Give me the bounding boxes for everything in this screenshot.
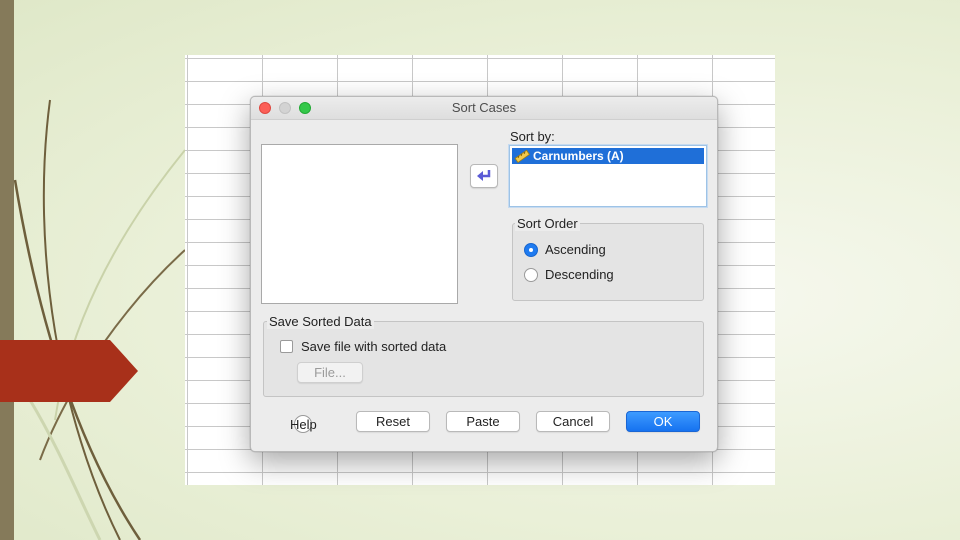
ascending-radio[interactable] [524,243,538,257]
move-variable-button[interactable] [470,164,498,188]
scale-ruler-icon [514,149,530,163]
paste-button[interactable]: Paste [446,411,520,432]
descending-label: Descending [545,267,614,282]
help-label: Help [290,417,317,432]
save-file-checkbox[interactable] [280,340,293,353]
sort-order-legend: Sort Order [515,216,580,231]
red-arrow-polygon [0,340,138,402]
ascending-label: Ascending [545,242,606,257]
sort-by-list[interactable]: Carnumbers (A) [509,145,707,207]
arrow-left-icon [477,170,491,181]
save-file-label: Save file with sorted data [301,339,447,354]
file-button[interactable]: File... [297,362,363,383]
sort-order-group [512,223,704,301]
reset-button[interactable]: Reset [356,411,430,432]
help-button[interactable]: Help [289,415,325,435]
sort-by-item-label: Carnumbers (A) [533,149,624,163]
descending-radio[interactable] [524,268,538,282]
sort-by-label: Sort by: [510,129,555,144]
red-arrow-shape [0,340,138,402]
sort-cases-dialog: Sort Cases Sort by: Carnumbers (A) Sort … [250,96,718,452]
save-sorted-data-group [263,321,704,397]
ok-button[interactable]: OK [626,411,700,432]
sort-by-item[interactable]: Carnumbers (A) [512,148,704,164]
dialog-title: Sort Cases [451,100,517,115]
cancel-button[interactable]: Cancel [536,411,610,432]
save-sorted-data-legend: Save Sorted Data [267,314,374,329]
decorative-grass-strokes [13,99,186,540]
title-bar[interactable]: Sort Cases [251,97,717,120]
source-variable-list[interactable] [261,144,458,304]
